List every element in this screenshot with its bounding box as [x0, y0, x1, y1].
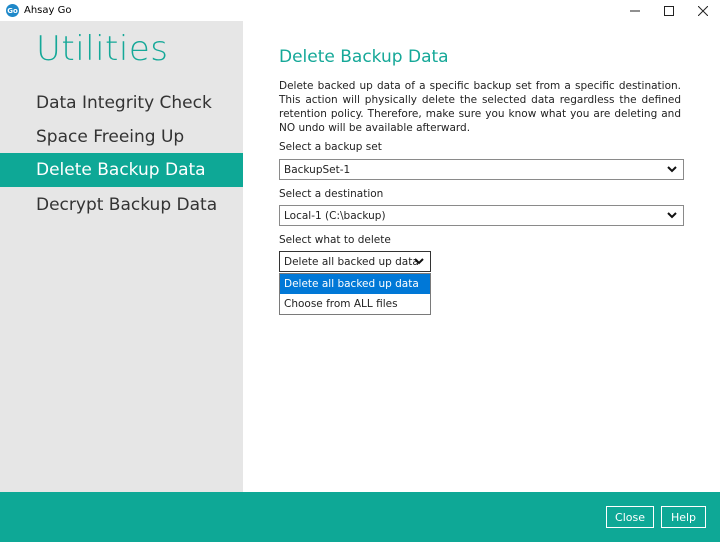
backup-set-label: Select a backup set [279, 141, 382, 153]
chevron-down-icon [414, 258, 424, 265]
close-window-button[interactable] [686, 0, 720, 21]
maximize-icon [664, 5, 674, 16]
what-to-delete-label: Select what to delete [279, 234, 391, 246]
sidebar-item-decrypt-backup-data[interactable]: Decrypt Backup Data [0, 188, 243, 222]
window-title: Ahsay Go [24, 5, 72, 16]
close-icon [698, 5, 708, 16]
close-button[interactable]: Close [606, 506, 654, 528]
app-logo-icon: Go [6, 4, 19, 17]
page-description: Delete backed up data of a specific back… [279, 80, 681, 134]
destination-value: Local-1 (C:\backup) [284, 209, 386, 222]
help-button[interactable]: Help [661, 506, 706, 528]
what-to-delete-dropdown: Delete all backed up data Choose from AL… [279, 273, 431, 315]
sidebar-title: Utilities [36, 29, 169, 69]
window-controls [618, 0, 720, 21]
sidebar-item-data-integrity-check[interactable]: Data Integrity Check [0, 86, 243, 120]
sidebar-item-delete-backup-data[interactable]: Delete Backup Data [0, 153, 243, 187]
chevron-down-icon [667, 212, 677, 219]
maximize-button[interactable] [652, 0, 686, 21]
backup-set-value: BackupSet-1 [284, 163, 351, 176]
sidebar-item-space-freeing-up[interactable]: Space Freeing Up [0, 120, 243, 154]
destination-select[interactable]: Local-1 (C:\backup) [279, 205, 684, 226]
backup-set-select[interactable]: BackupSet-1 [279, 159, 684, 180]
main-panel: Delete Backup Data Delete backed up data… [243, 21, 720, 492]
minimize-icon [630, 10, 640, 11]
dropdown-option-choose-from-all-files[interactable]: Choose from ALL files [280, 294, 430, 314]
title-bar: Go Ahsay Go [0, 0, 720, 21]
what-to-delete-value: Delete all backed up data [284, 255, 419, 268]
footer-bar: Close Help [0, 492, 720, 542]
chevron-down-icon [667, 166, 677, 173]
what-to-delete-select[interactable]: Delete all backed up data [279, 251, 431, 272]
dropdown-option-delete-all[interactable]: Delete all backed up data [280, 274, 430, 294]
sidebar: Utilities Data Integrity Check Space Fre… [0, 21, 243, 492]
minimize-button[interactable] [618, 0, 652, 21]
destination-label: Select a destination [279, 188, 384, 200]
page-title: Delete Backup Data [279, 47, 449, 67]
